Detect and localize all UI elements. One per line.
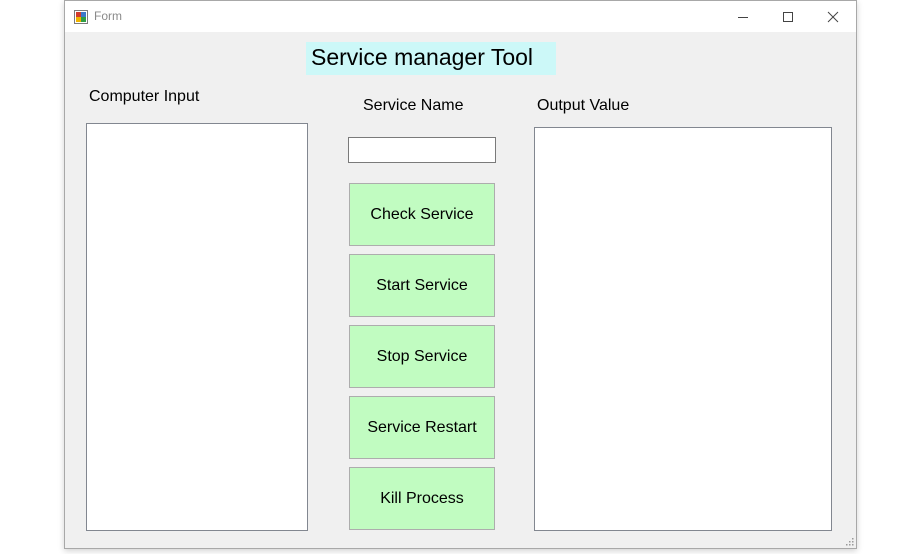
maximize-button[interactable] [765, 1, 810, 32]
form-window: Form Service manager Tool Computer Input… [64, 0, 857, 549]
output-value-label: Output Value [537, 97, 630, 114]
close-icon [827, 11, 838, 22]
resize-grip-icon[interactable] [844, 536, 854, 546]
computer-input-listbox[interactable] [86, 123, 308, 531]
minimize-icon [737, 16, 748, 18]
output-value-listbox[interactable] [534, 127, 832, 531]
close-button[interactable] [810, 1, 855, 32]
maximize-icon [782, 11, 793, 22]
stop-service-button[interactable]: Stop Service [349, 325, 495, 388]
computer-input-label: Computer Input [89, 88, 200, 105]
check-service-button[interactable]: Check Service [349, 183, 495, 246]
service-restart-button[interactable]: Service Restart [349, 396, 495, 459]
start-service-button[interactable]: Start Service [349, 254, 495, 317]
kill-process-button[interactable]: Kill Process [349, 467, 495, 530]
minimize-button[interactable] [720, 1, 765, 32]
title-bar[interactable]: Form [65, 1, 856, 32]
page-title: Service manager Tool [306, 42, 556, 75]
service-name-label: Service Name [363, 97, 464, 114]
service-name-input[interactable] [348, 137, 496, 163]
app-icon [74, 10, 88, 24]
window-title: Form [94, 9, 122, 23]
